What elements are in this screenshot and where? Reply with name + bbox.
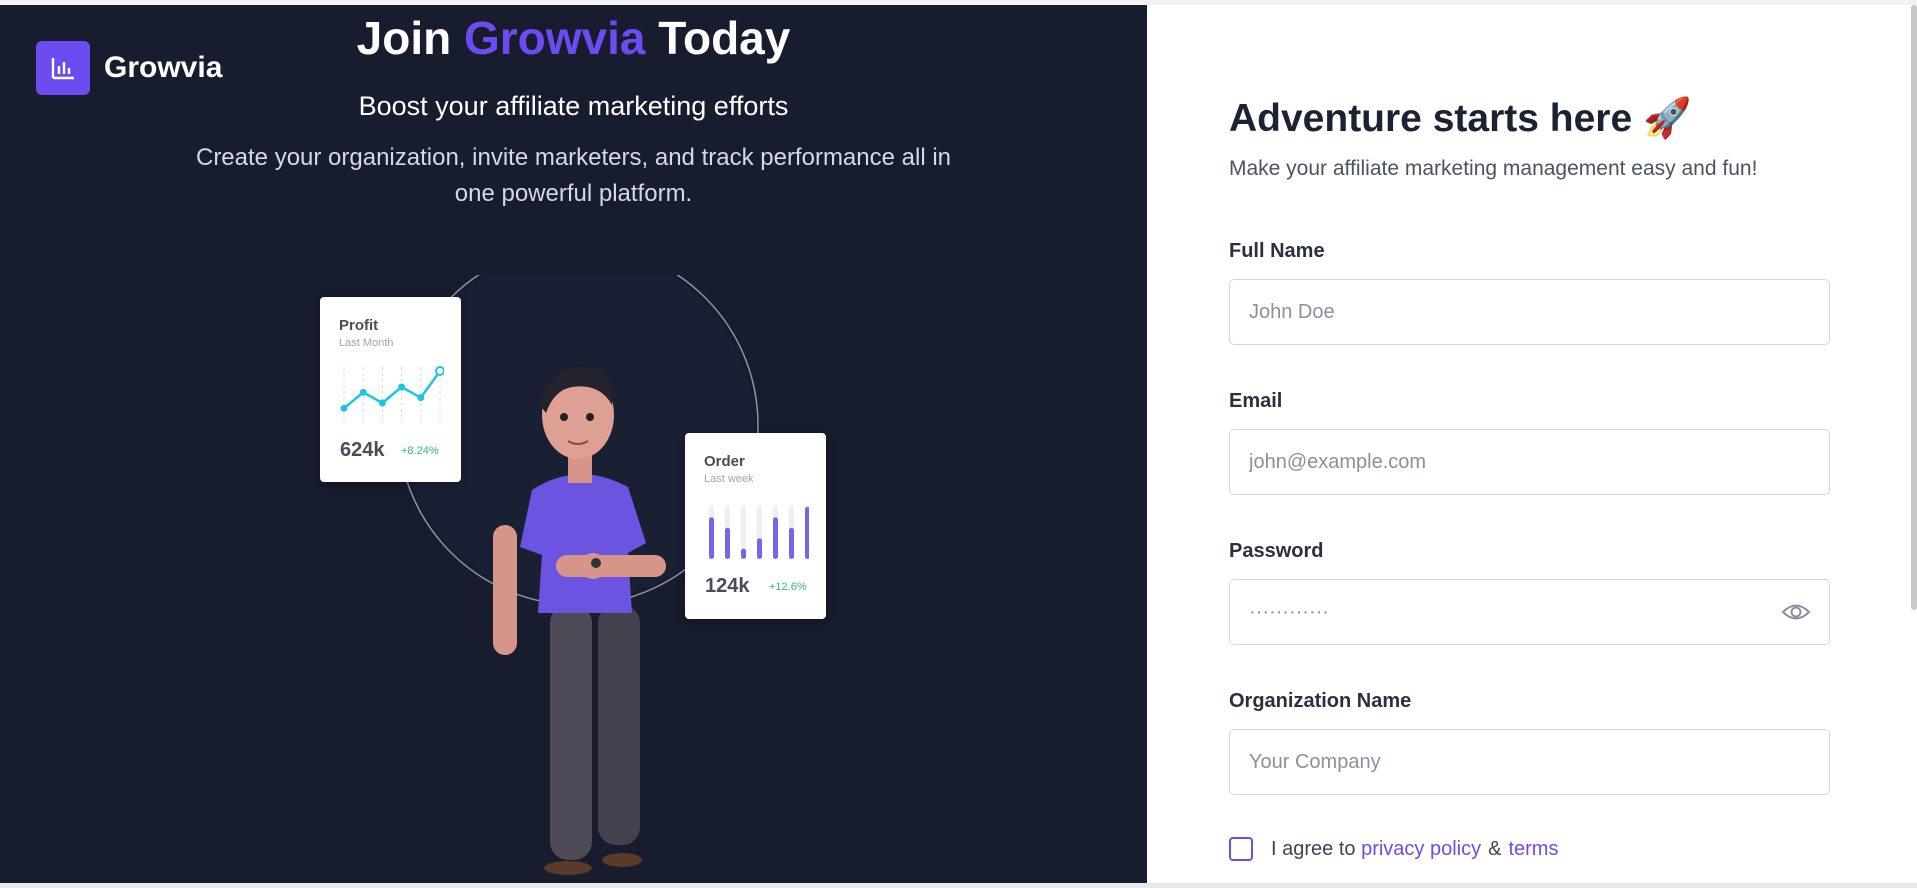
order-bar (741, 548, 746, 559)
profit-card: Profit Last Month 624k +8.24% (320, 297, 461, 482)
hero-description: Create your organization, invite markete… (195, 144, 951, 207)
organization-label: Organization Name (1229, 690, 1412, 712)
order-card-period: Last week (704, 473, 754, 485)
password-field[interactable] (1229, 579, 1830, 645)
agree-amp: & (1488, 837, 1502, 860)
agree-row: I agree to privacy policy & terms (1229, 837, 1558, 861)
profit-card-delta: +8.24% (401, 445, 439, 457)
order-card-value: 124k (705, 575, 750, 597)
password-label: Password (1229, 540, 1324, 562)
order-bar (709, 517, 714, 559)
profit-point (435, 366, 444, 376)
profit-point (378, 399, 386, 407)
order-card: Order Last week 124k +12.6% (685, 433, 826, 619)
form-title: Adventure starts here 🚀 (1229, 97, 1692, 140)
profit-line-chart (340, 366, 444, 423)
terms-link[interactable]: terms (1508, 838, 1558, 861)
profit-card-value: 624k (340, 439, 385, 461)
password-input[interactable] (1230, 580, 1829, 644)
eye-icon[interactable] (1781, 600, 1811, 624)
email-input[interactable] (1230, 430, 1829, 494)
hero-panel: Growvia Join Growvia Today Boost your af… (0, 5, 1147, 883)
organization-field[interactable] (1229, 729, 1830, 795)
order-card-delta: +12.6% (769, 581, 807, 593)
profit-point (359, 388, 367, 396)
full-name-field[interactable] (1229, 279, 1830, 345)
profit-point (417, 394, 425, 402)
order-bar (805, 507, 809, 559)
order-bar-chart (709, 505, 809, 559)
hero-title-brand: Growvia (463, 12, 646, 64)
hero-subtitle: Boost your affiliate marketing efforts (358, 91, 789, 121)
order-bar (725, 527, 730, 559)
privacy-policy-link[interactable]: privacy policy (1361, 838, 1481, 861)
agree-prefix: I agree to (1271, 837, 1356, 860)
order-bar (773, 517, 778, 559)
bottom-edge (0, 883, 1917, 888)
hero-title-prefix: Join (356, 12, 452, 64)
profit-line (343, 370, 442, 410)
profit-card-title: Profit (339, 317, 379, 334)
profit-point (398, 383, 406, 391)
full-name-input[interactable] (1230, 280, 1829, 344)
profit-card-period: Last Month (339, 337, 394, 349)
form-subtitle: Make your affiliate marketing management… (1229, 157, 1758, 180)
hero-illustration: Profit Last Month 624k +8.24% Order Last… (310, 275, 850, 883)
hero-title: Join Growvia Today (0, 11, 1147, 65)
email-field[interactable] (1229, 429, 1830, 495)
order-card-title: Order (704, 453, 745, 470)
full-name-label: Full Name (1229, 240, 1325, 262)
order-bar (789, 527, 794, 559)
signup-panel: Adventure starts here 🚀 Make your affili… (1147, 5, 1917, 883)
agree-checkbox[interactable] (1229, 837, 1253, 861)
profit-point (340, 404, 348, 412)
page-scrollbar[interactable] (1911, 5, 1917, 610)
hero-title-suffix: Today (658, 12, 791, 64)
order-bar (757, 538, 762, 559)
email-label: Email (1229, 390, 1283, 412)
organization-input[interactable] (1230, 730, 1829, 794)
